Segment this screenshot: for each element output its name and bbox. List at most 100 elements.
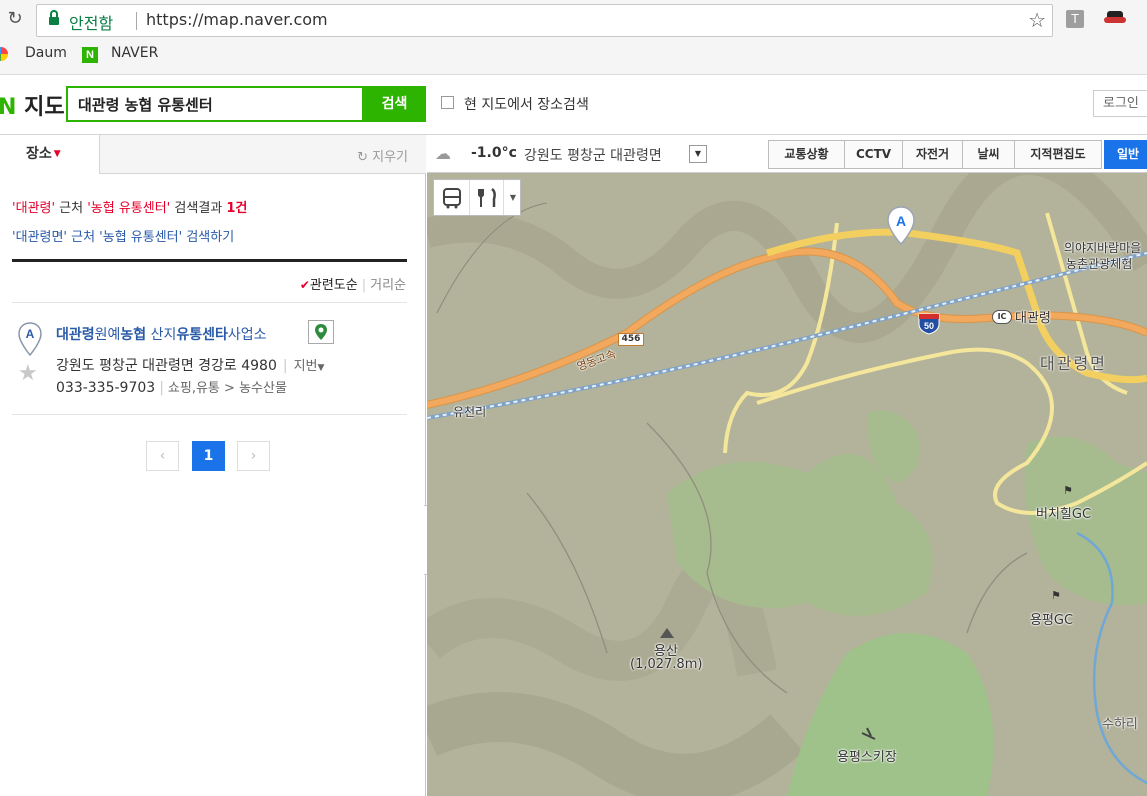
tab-place[interactable]: 장소 ▼ [0,135,100,174]
result-marker-letter: A [26,327,35,341]
place-badge-icon[interactable] [308,320,334,344]
address-bar[interactable]: 안전함 https://map.naver.com ☆ [36,4,1053,37]
naver-icon[interactable]: N [82,47,98,63]
ic-badge: IC [992,310,1012,324]
extension-t-icon[interactable]: T [1066,10,1084,28]
title-part-1: 대관령 [56,327,95,343]
region-name: 강원도 평창군 대관령면 [524,148,662,164]
map-canvas[interactable]: ▼ A 50 456 IC 영동고속 대관령 의야지바람마을 농촌관광체험 대관… [427,173,1147,796]
temperature: -1.0°c [471,145,517,161]
tab-place-label: 장소 [26,146,52,162]
browser-chrome: ↻ 안전함 https://map.naver.com ☆ T Daum N N… [0,0,1147,75]
map-toolbar: ☁ -1.0°c 강원도 평창군 대관령면 ▼ 교통상황 CCTV 자전거 날씨… [427,135,1147,173]
result-summary: '대관령' 근처 '농협 유통센터' 검색결과 1건 [12,197,247,216]
result-title[interactable]: 대관령원예농협 산지유통센타사업소 [56,324,267,344]
tab-bar: ↻ 지우기 [100,135,426,174]
url-text[interactable]: https://map.naver.com [146,10,328,29]
clear-button[interactable]: ↻ 지우기 [357,146,408,165]
lock-icon [49,10,59,26]
suggest-search-link[interactable]: '대관령면' 근처 '농협 유통센터' 검색하기 [12,226,234,245]
result-marker-icon[interactable]: A [18,322,42,356]
caret-down-icon: ▼ [53,149,61,159]
summary-count: 1건 [226,201,248,216]
summary-query-2: '농협 유통센터' [87,201,171,216]
title-part-5: 유통센타 [176,327,228,343]
bookmark-daum[interactable]: Daum [25,45,67,61]
yongpyong-gc-label: 용평GC [1030,613,1074,628]
suhari-label: 수하리 [1102,717,1138,732]
title-part-2: 원예 [94,327,121,343]
sort-options: ✔관련도순 | 거리순 [299,278,406,293]
secure-label: 안전함 [69,14,114,33]
logo-text: 지도 [24,95,65,120]
cctv-button[interactable]: CCTV [844,140,903,169]
town-label: 대관령면 [1040,354,1107,373]
restaurant-icon[interactable] [471,180,504,215]
search-panel: 장소 ▼ ↻ 지우기 '대관령' 근처 '농협 유통센터' 검색결과 1건 '대관… [0,135,426,796]
ic-label: 대관령 [1015,311,1051,326]
prev-page-button[interactable]: ‹ [146,441,179,471]
bus-icon[interactable] [434,180,470,215]
cadastral-map-button[interactable]: 지적편집도 [1014,140,1102,169]
bookmark-star-icon[interactable]: ☆ [1028,8,1046,32]
divider [136,12,137,30]
ski-resort-label: 용평스키장 [837,750,897,765]
category-1: 쇼핑,유통 [167,381,220,396]
divider [12,259,407,262]
refresh-icon: ↻ [357,150,368,165]
search-button[interactable]: 검색 [363,86,426,122]
mountain-height-label: (1,027.8m) [630,657,703,672]
golf-flag-icon: ⚑ [1063,484,1073,497]
phone-text: 033-335-9703 [56,380,156,396]
title-part-3: 농협 [120,327,147,343]
map-header: N 지도 대관령 농협 유통센터 검색 현 지도에서 장소검색 로그인 [0,75,1147,135]
area-search-checkbox[interactable] [441,96,454,109]
login-button[interactable]: 로그인 [1093,90,1147,117]
map-terrain [427,173,1147,796]
chevron-down-icon[interactable]: ▼ [505,180,521,215]
golf-flag-icon: ⚑ [1051,589,1061,602]
next-page-button[interactable]: › [237,441,270,471]
current-page-button[interactable]: 1 [192,441,225,471]
bookmark-naver[interactable]: NAVER [111,45,158,61]
village-label-2: 농촌관광체험 [1066,257,1133,271]
lot-number-toggle[interactable]: 지번▼ [294,359,325,374]
area-search-label[interactable]: 현 지도에서 장소검색 [464,94,589,114]
divider [12,414,407,415]
address-text: 강원도 평창군 대관령면 경강로 4980 [56,358,277,374]
incognito-extension-icon[interactable] [1104,10,1126,28]
sort-distance[interactable]: 거리순 [370,278,406,293]
bicycle-button[interactable]: 자전거 [902,140,963,169]
highway-number: 50 [924,321,934,331]
caret-down-icon: ▼ [317,363,325,373]
summary-query-1: '대관령' [12,201,56,216]
daum-icon[interactable] [0,47,8,61]
favorite-star-icon[interactable]: ★ [18,361,38,386]
summary-result-label: 검색결과 [170,201,227,216]
birch-hill-gc-label: 버치힐GC [1036,507,1092,522]
highway-shield-icon: 50 [918,313,940,335]
map-tools: ▼ [433,179,521,216]
check-icon: ✔ [299,278,310,292]
snow-cloud-icon: ☁ [435,144,451,163]
map-result-marker-icon[interactable]: A [886,206,916,246]
title-part-6: 사업소 [227,327,267,343]
road-number-badge: 456 [618,333,644,346]
yucheon-label: 유천리 [453,405,487,419]
lot-label: 지번 [293,359,318,374]
weather-button[interactable]: 날씨 [962,140,1015,169]
logo-n: N [0,95,17,120]
logo[interactable]: N 지도 [0,89,65,121]
sort-relevance[interactable]: 관련도순 [310,278,358,293]
category-2: 농수산물 [239,381,287,396]
search-input[interactable]: 대관령 농협 유통센터 [66,86,364,122]
reload-icon[interactable]: ↻ [4,8,26,30]
traffic-button[interactable]: 교통상황 [768,140,845,169]
chevron-right-icon: > [219,381,240,396]
clear-label: 지우기 [372,150,408,165]
general-map-button[interactable]: 일반 [1104,140,1147,169]
divider [12,302,407,303]
result-phone-category: 033-335-9703 | 쇼핑,유통 > 농수산물 [56,380,287,396]
map-marker-letter: A [896,213,906,229]
region-dropdown-button[interactable]: ▼ [689,145,707,163]
